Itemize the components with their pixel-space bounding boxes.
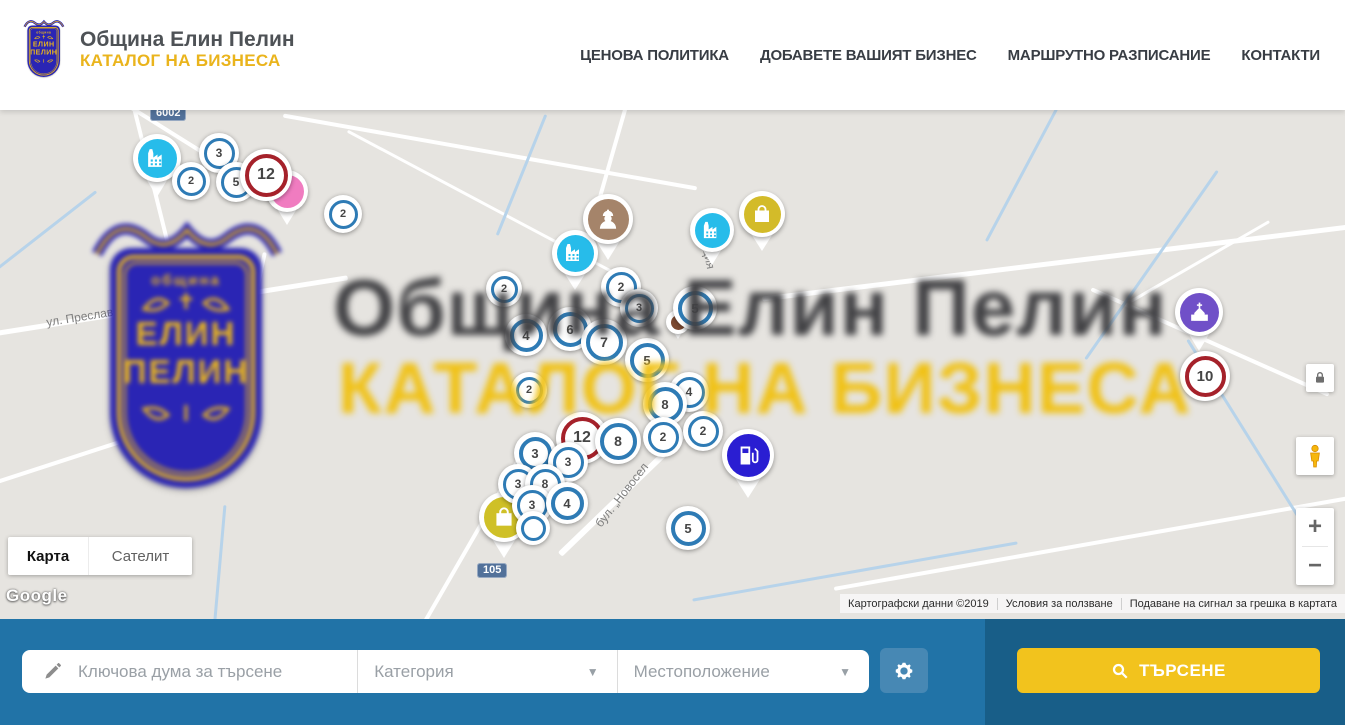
crest-name-line2: ПЕЛИН: [30, 48, 57, 56]
crest-top-text: община: [151, 272, 221, 289]
chevron-down-icon: ▼: [839, 665, 851, 679]
crest-name-line2: ПЕЛИН: [123, 353, 249, 391]
pencil-icon: [43, 662, 62, 681]
nav-add-your-business[interactable]: ДОБАВЕТЕ ВАШИЯТ БИЗНЕС: [760, 47, 977, 64]
page: община ЕЛИН ПЕЛИН Общин: [0, 0, 1345, 725]
map-cluster[interactable]: 4: [546, 482, 588, 524]
map-road: [283, 114, 697, 191]
nav-route-schedule[interactable]: МАРШРУТНО РАЗПИСАНИЕ: [1008, 47, 1211, 64]
map-pin-fuel[interactable]: [722, 429, 774, 481]
crest-top-text: община: [36, 31, 51, 35]
attribution-terms-link[interactable]: Условия за ползване: [997, 598, 1121, 610]
nav-pricing-policy[interactable]: ЦЕНОВА ПОЛИТИКА: [580, 47, 729, 64]
watermark-subtitle: КАТАЛОГ НА БИЗНЕСА: [338, 353, 1192, 425]
crest-emblem: община ЕЛИН ПЕЛИН: [22, 19, 66, 77]
pegman-button[interactable]: [1296, 437, 1334, 475]
search-bar: Категория ▼ Местоположение ▼ ТЪРСЕНЕ: [0, 619, 1345, 725]
map-cluster[interactable]: 12: [240, 149, 292, 201]
keyword-section: [22, 650, 357, 693]
map-cluster[interactable]: 2: [324, 195, 362, 233]
map-stream: [985, 110, 1058, 242]
municipality-logo: община ЕЛИН ПЕЛИН: [22, 19, 68, 95]
map-cluster[interactable]: 5: [666, 506, 710, 550]
map-cluster[interactable]: [516, 511, 550, 545]
zoom-in-button[interactable]: +: [1296, 508, 1334, 546]
location-select[interactable]: Местоположение ▼: [617, 650, 869, 693]
crest-name-line1: ЕЛИН: [33, 40, 55, 48]
zoom-control: + −: [1296, 508, 1334, 585]
watermark-title: Община Елин Пелин: [333, 268, 1168, 348]
chevron-down-icon: ▼: [587, 665, 599, 679]
road-number-shield: 105: [477, 563, 507, 578]
location-select-label: Местоположение: [634, 662, 770, 682]
map-canvas[interactable]: 3251222235647524812822333834510ул. Пресл…: [0, 110, 1345, 619]
gear-icon: [893, 660, 915, 682]
search-icon: [1111, 662, 1129, 680]
crest-swirl-icon: [33, 58, 54, 64]
lock-button[interactable]: [1306, 364, 1334, 392]
map-attribution: Картографски данни ©2019 Условия за полз…: [840, 594, 1345, 613]
attribution-report-error-link[interactable]: Подаване на сигнал за грешка в картата: [1121, 598, 1345, 610]
map-type-map-button[interactable]: Карта: [8, 537, 88, 575]
crest-shield: община ЕЛИН ПЕЛИН: [110, 248, 262, 488]
lock-icon: [1312, 370, 1328, 386]
site-title: Община Елин Пелин: [80, 29, 295, 51]
street-label: бул. „Новосел: [592, 460, 651, 530]
crest-swirl-icon: [33, 34, 54, 40]
nav-contacts[interactable]: КОНТАКТИ: [1241, 47, 1320, 64]
search-button-label: ТЪРСЕНЕ: [1139, 661, 1226, 681]
header: община ЕЛИН ПЕЛИН Общин: [0, 0, 1345, 110]
road-number-shield: 6002: [150, 110, 186, 121]
keyword-search-input[interactable]: [76, 661, 320, 683]
crest-swirl-icon: [138, 289, 234, 315]
map-pin-factory[interactable]: [690, 208, 734, 252]
pegman-icon: [1303, 443, 1327, 469]
google-logo[interactable]: Google: [6, 586, 68, 606]
map-stream: [213, 505, 227, 619]
search-pill: Категория ▼ Местоположение ▼: [22, 650, 869, 693]
watermark-crest: община ЕЛИН ПЕЛИН: [85, 218, 290, 490]
category-select[interactable]: Категория ▼: [357, 650, 616, 693]
crest-name-line1: ЕЛИН: [136, 315, 237, 353]
map-pin-bag[interactable]: [739, 191, 785, 237]
crest-swirl-icon: [138, 401, 234, 427]
map-stream: [496, 114, 547, 236]
map-road: [834, 493, 1345, 591]
site-subtitle: КАТАЛОГ НА БИЗНЕСА: [80, 51, 295, 71]
zoom-out-button[interactable]: −: [1296, 547, 1334, 585]
crest-shield: община ЕЛИН ПЕЛИН: [27, 25, 60, 77]
map-stream: [0, 190, 97, 272]
site-brand[interactable]: община ЕЛИН ПЕЛИН Общин: [22, 15, 295, 95]
map-type-control: Карта Сателит: [8, 537, 192, 575]
attribution-copyright: Картографски данни ©2019: [840, 598, 997, 610]
map-stream: [692, 541, 1018, 601]
search-button[interactable]: ТЪРСЕНЕ: [1017, 648, 1320, 693]
map-type-satellite-button[interactable]: Сателит: [88, 537, 192, 575]
map-cluster[interactable]: 2: [172, 162, 210, 200]
map-pin-church[interactable]: [1175, 288, 1223, 336]
main-nav: ЦЕНОВА ПОЛИТИКА ДОБАВЕТЕ ВАШИЯТ БИЗНЕС М…: [580, 47, 1320, 64]
map-pin-worker[interactable]: [583, 194, 633, 244]
advanced-settings-button[interactable]: [880, 648, 928, 693]
site-titles: Община Елин Пелин КАТАЛОГ НА БИЗНЕСА: [80, 29, 295, 71]
category-select-label: Категория: [374, 662, 453, 682]
